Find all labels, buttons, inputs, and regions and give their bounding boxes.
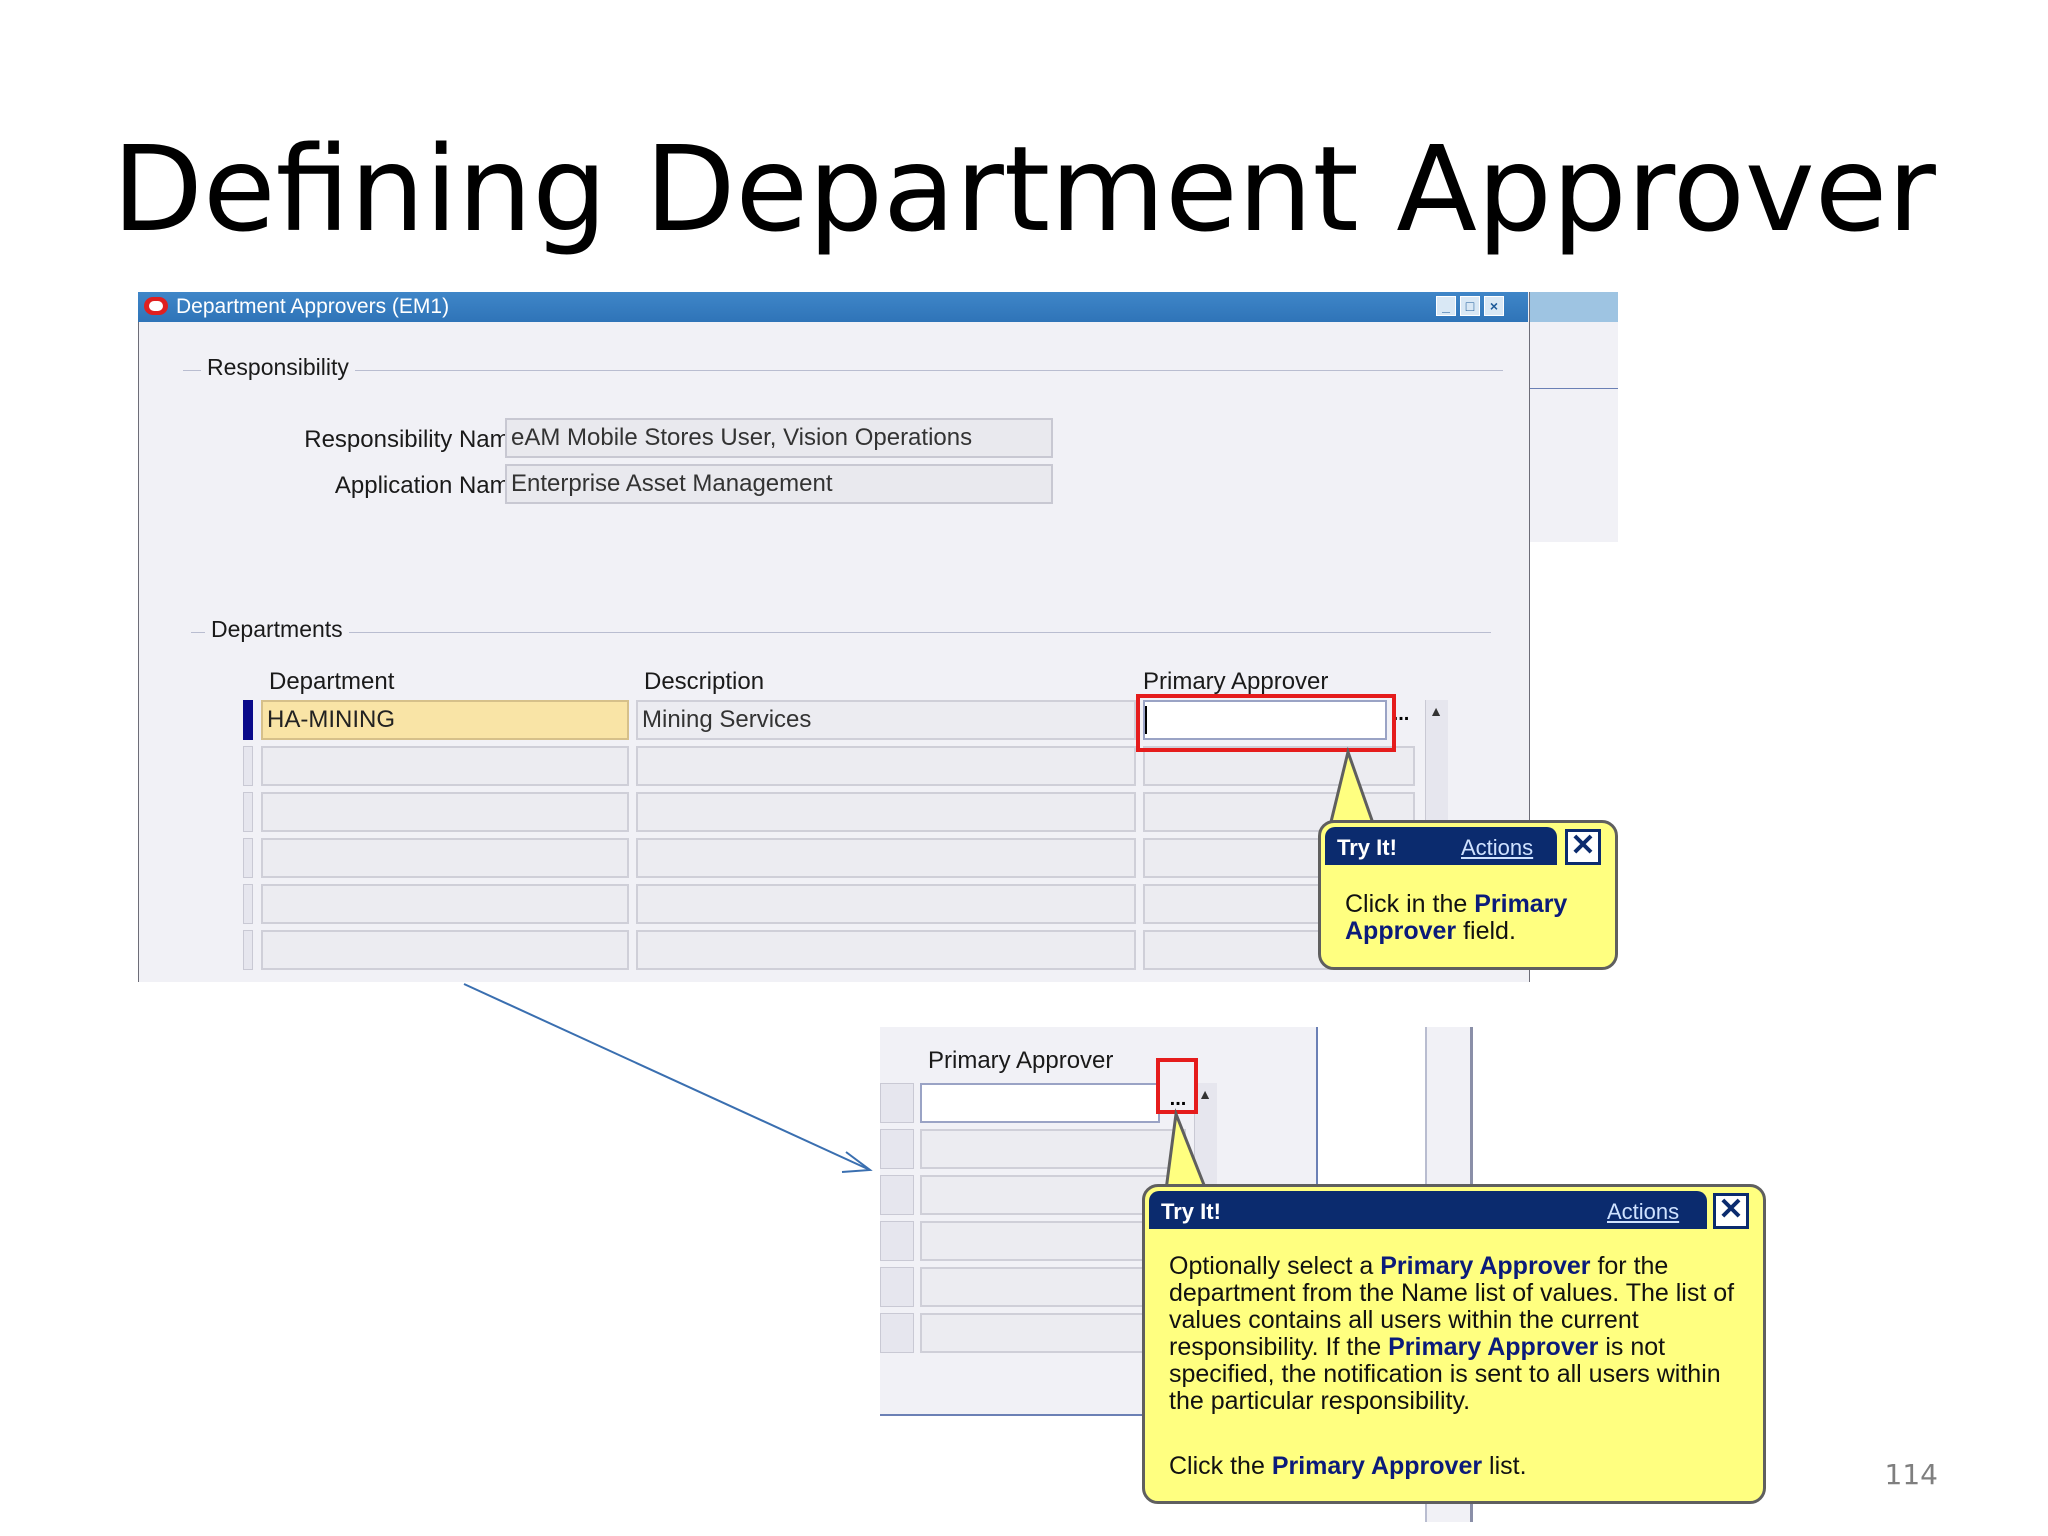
close-icon[interactable]: ✕ [1713,1193,1749,1229]
callout2-pointer [1164,1108,1209,1192]
callout2-header: Try It! Actions [1149,1191,1707,1229]
callout2-description: Optionally select a Primary Approver for… [1169,1252,1735,1415]
callout2-title: Try It! [1161,1199,1221,1224]
page-number: 114 [1884,1458,1938,1491]
try-it-callout-2: Try It! Actions ✕ Optionally select a Pr… [1142,1184,1766,1504]
callout2-actions-link[interactable]: Actions [1607,1199,1679,1225]
callout2-instruction: Click the Primary Approver list. [1169,1452,1527,1480]
